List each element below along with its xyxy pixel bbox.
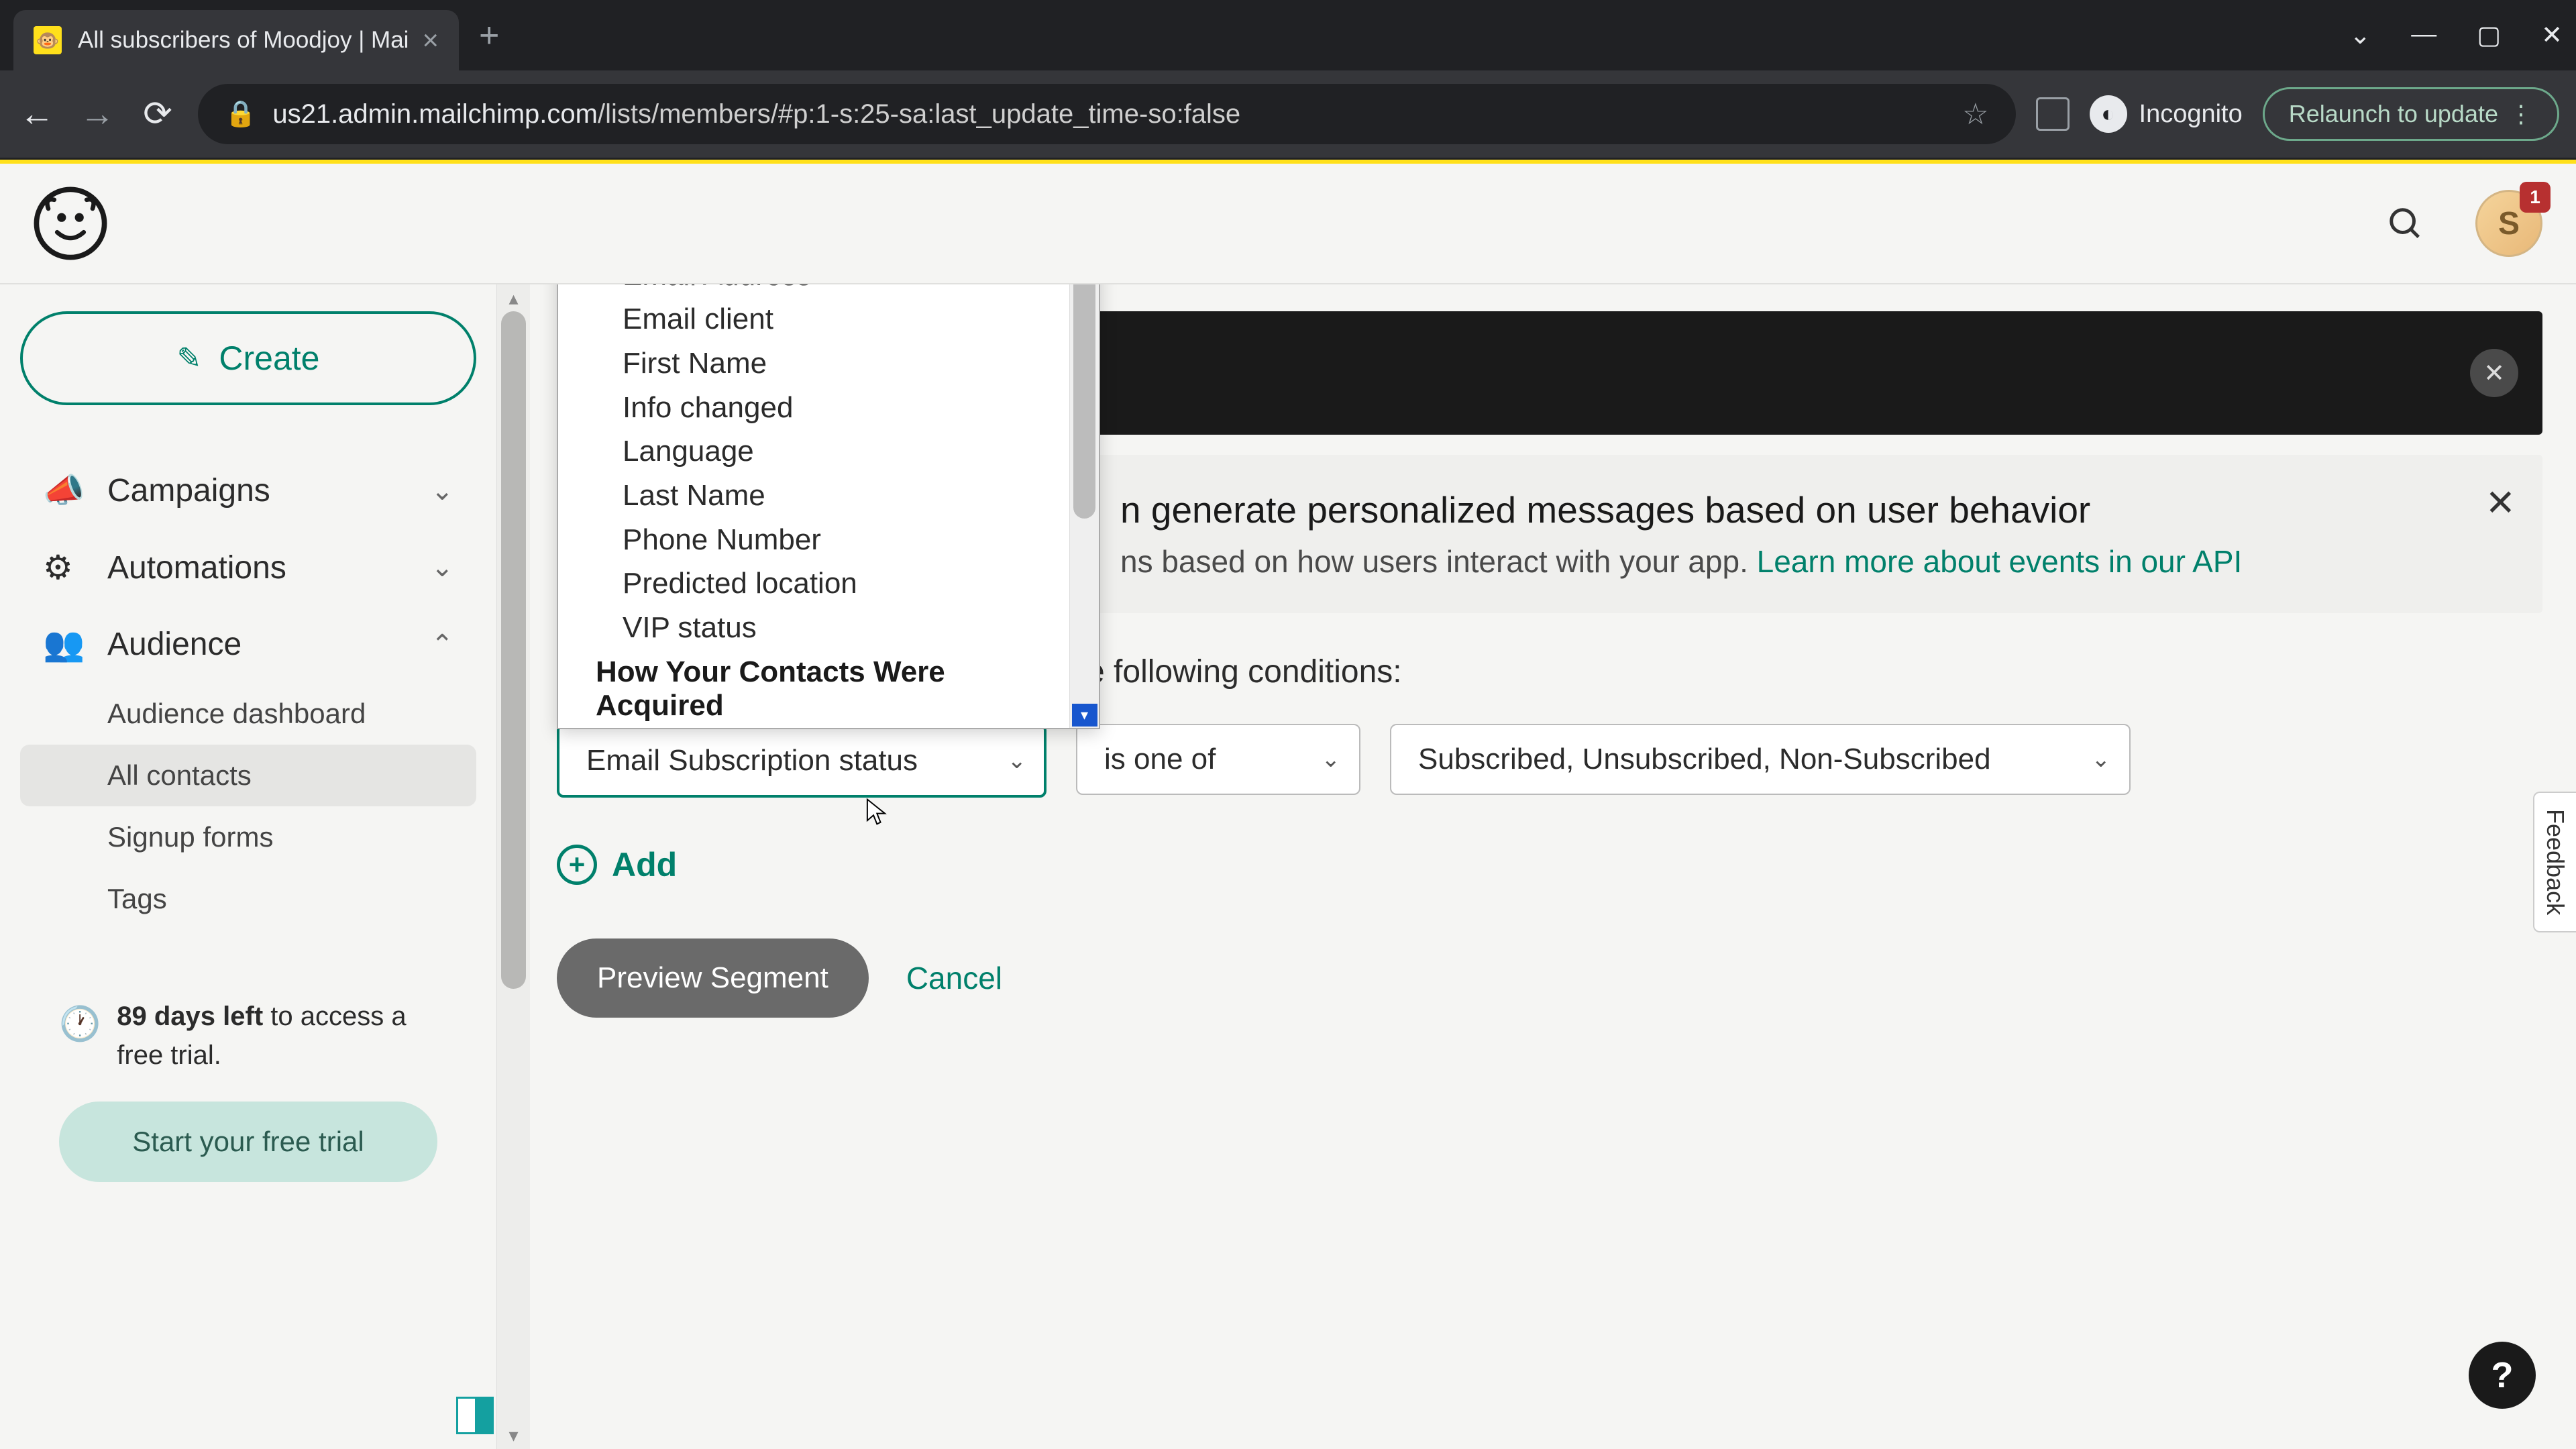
mailchimp-favicon: 🐵 bbox=[34, 26, 62, 54]
scrollbar-thumb[interactable] bbox=[1073, 284, 1095, 519]
dropdown-option[interactable]: Email client bbox=[558, 297, 1069, 341]
close-banner-button[interactable]: ✕ bbox=[2470, 349, 2518, 397]
cancel-link[interactable]: Cancel bbox=[906, 960, 1002, 996]
incognito-icon: ◐ bbox=[2090, 95, 2127, 133]
chevron-down-icon: ⌄ bbox=[431, 552, 453, 583]
maximize-icon[interactable]: ▢ bbox=[2477, 20, 2501, 50]
content-area: ✕ ✕ n generate personalized messages bas… bbox=[530, 284, 2576, 1449]
pencil-icon: ✎ bbox=[177, 341, 202, 376]
audience-icon: 👥 bbox=[43, 625, 83, 664]
segment-condition-row: Email Subscription status ⌄ TagsContact … bbox=[557, 724, 2542, 798]
plus-circle-icon: + bbox=[557, 845, 597, 885]
scroll-down-icon[interactable]: ▾ bbox=[508, 1424, 518, 1446]
create-button[interactable]: ✎ Create bbox=[20, 311, 476, 405]
url-input[interactable]: 🔒 us21.admin.mailchimp.com/lists/members… bbox=[198, 84, 2016, 144]
contrast-toggle-icon[interactable] bbox=[456, 1397, 494, 1434]
forward-button[interactable]: → bbox=[77, 94, 117, 134]
search-button[interactable] bbox=[2375, 193, 2435, 254]
app-header: S 1 bbox=[0, 164, 2576, 284]
close-info-button[interactable]: ✕ bbox=[2485, 482, 2516, 524]
nav-signup-forms[interactable]: Signup forms bbox=[20, 806, 476, 868]
extensions-icon[interactable] bbox=[2036, 97, 2070, 131]
megaphone-icon: 📣 bbox=[43, 471, 83, 511]
api-events-link[interactable]: Learn more about events in our API bbox=[1757, 544, 2243, 579]
close-window-icon[interactable]: ✕ bbox=[2541, 20, 2563, 50]
mailchimp-logo[interactable] bbox=[34, 186, 107, 260]
chevron-down-icon: ⌄ bbox=[1322, 746, 1341, 773]
scroll-up-icon[interactable]: ▴ bbox=[508, 287, 518, 309]
incognito-indicator[interactable]: ◐ Incognito bbox=[2090, 95, 2243, 133]
dropdown-option[interactable]: Phone Number bbox=[558, 518, 1069, 562]
dropdown-option[interactable]: VIP status bbox=[558, 606, 1069, 650]
chevron-up-icon: ⌃ bbox=[431, 629, 453, 660]
scroll-down-icon[interactable]: ▾ bbox=[1072, 704, 1097, 727]
automation-icon: ⚙ bbox=[43, 548, 83, 587]
dropdown-option[interactable]: Info changed bbox=[558, 386, 1069, 430]
clock-icon: 🕐 bbox=[59, 1000, 101, 1075]
chevron-down-icon[interactable]: ⌄ bbox=[2349, 20, 2371, 50]
add-condition-button[interactable]: + Add bbox=[557, 845, 2542, 885]
condition-value-select[interactable]: Subscribed, Unsubscribed, Non-Subscribed… bbox=[1390, 724, 2131, 798]
dropdown-group-header: How Your Contacts Were Acquired bbox=[558, 650, 1069, 728]
chevron-down-icon: ⌄ bbox=[431, 476, 453, 506]
dropdown-option[interactable]: Predicted location bbox=[558, 561, 1069, 606]
minimize-icon[interactable]: — bbox=[2411, 20, 2436, 50]
relaunch-button[interactable]: Relaunch to update ⋮ bbox=[2263, 87, 2559, 141]
nav-audience[interactable]: 👥 Audience ⌃ bbox=[20, 606, 476, 683]
tab-bar: 🐵 All subscribers of Moodjoy | Mai × + ⌄… bbox=[0, 0, 2576, 70]
main-layout: ✎ Create 📣 Campaigns ⌄ ⚙ Automations ⌄ 👥… bbox=[0, 284, 2576, 1449]
dropdown-option[interactable]: Language bbox=[558, 429, 1069, 474]
reload-button[interactable]: ⟳ bbox=[138, 94, 178, 134]
start-trial-button[interactable]: Start your free trial bbox=[59, 1102, 437, 1182]
address-bar: ← → ⟳ 🔒 us21.admin.mailchimp.com/lists/m… bbox=[0, 70, 2576, 158]
browser-chrome: 🐵 All subscribers of Moodjoy | Mai × + ⌄… bbox=[0, 0, 2576, 160]
help-button[interactable]: ? bbox=[2469, 1342, 2536, 1409]
dropdown-option[interactable]: First Name bbox=[558, 341, 1069, 386]
sidebar: ✎ Create 📣 Campaigns ⌄ ⚙ Automations ⌄ 👥… bbox=[0, 284, 496, 1449]
window-controls: ⌄ — ▢ ✕ bbox=[2349, 20, 2563, 50]
url-text: us21.admin.mailchimp.com/lists/members/#… bbox=[272, 99, 1949, 129]
nav-audience-dashboard[interactable]: Audience dashboard bbox=[20, 683, 476, 745]
nav-all-contacts[interactable]: All contacts bbox=[20, 745, 476, 806]
tab-title: All subscribers of Moodjoy | Mai bbox=[78, 27, 409, 54]
scrollbar-thumb[interactable] bbox=[501, 311, 526, 989]
sidebar-scrollbar[interactable]: ▴ ▾ bbox=[496, 284, 530, 1449]
dropdown-option[interactable]: Email Address bbox=[558, 284, 1069, 297]
trial-card: 🕐 89 days left to access a free trial. S… bbox=[32, 970, 464, 1209]
lock-icon: 🔒 bbox=[225, 99, 256, 129]
condition-field-dropdown: TagsContact DetailsAddressBirthdayContac… bbox=[557, 284, 1100, 729]
segment-actions: Preview Segment Cancel bbox=[557, 938, 2542, 1018]
notification-badge: 1 bbox=[2520, 182, 2551, 213]
chevron-down-icon: ⌄ bbox=[1008, 747, 1027, 774]
close-tab-icon[interactable]: × bbox=[422, 24, 439, 56]
sidebar-container: ✎ Create 📣 Campaigns ⌄ ⚙ Automations ⌄ 👥… bbox=[0, 284, 530, 1449]
profile-avatar[interactable]: S 1 bbox=[2475, 190, 2542, 257]
new-tab-button[interactable]: + bbox=[479, 15, 499, 56]
browser-tab[interactable]: 🐵 All subscribers of Moodjoy | Mai × bbox=[13, 10, 459, 70]
condition-field-select[interactable]: Email Subscription status ⌄ TagsContact … bbox=[557, 724, 1046, 798]
more-icon: ⋮ bbox=[2509, 100, 2533, 128]
condition-operator-select[interactable]: is one of ⌄ bbox=[1076, 724, 1360, 798]
back-button[interactable]: ← bbox=[17, 94, 57, 134]
dropdown-option[interactable]: Last Name bbox=[558, 474, 1069, 518]
cursor-icon bbox=[865, 798, 887, 826]
nav-campaigns[interactable]: 📣 Campaigns ⌄ bbox=[20, 452, 476, 529]
preview-segment-button[interactable]: Preview Segment bbox=[557, 938, 869, 1018]
bookmark-star-icon[interactable]: ☆ bbox=[1962, 97, 1988, 131]
dropdown-scrollbar[interactable]: ▴ ▾ bbox=[1069, 284, 1099, 728]
nav-automations[interactable]: ⚙ Automations ⌄ bbox=[20, 529, 476, 606]
nav-tags[interactable]: Tags bbox=[20, 868, 476, 930]
chevron-down-icon: ⌄ bbox=[2092, 746, 2111, 773]
feedback-tab[interactable]: Feedback bbox=[2533, 792, 2576, 932]
